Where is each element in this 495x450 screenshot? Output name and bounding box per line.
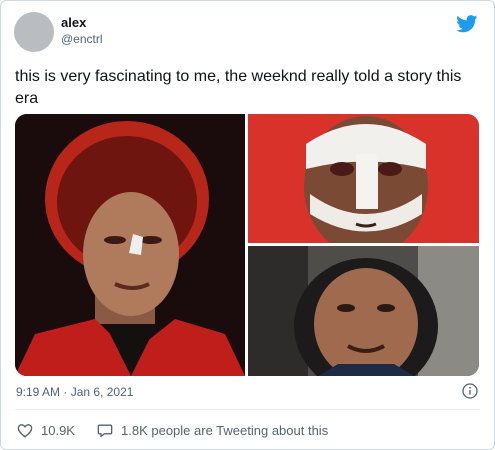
conversation-link[interactable]: 1.8K people are Tweeting about this (97, 421, 328, 439)
like-count: 10.9K (41, 422, 75, 438)
user-handle[interactable]: @enctrl (61, 32, 103, 46)
media-grid (15, 114, 479, 376)
tweet-text: this is very fascinating to me, the week… (15, 68, 462, 107)
speech-bubble-icon (97, 424, 113, 437)
heart-icon (17, 423, 33, 438)
divider (15, 409, 480, 410)
twitter-bird-icon[interactable] (456, 15, 478, 33)
photo-red-jacket-portrait[interactable] (15, 114, 245, 376)
avatar[interactable] (14, 12, 54, 52)
tweet-card: alex @enctrl this is very fascinating to… (0, 0, 495, 450)
timestamp[interactable]: 9:19 AM · Jan 6, 2021 (16, 385, 133, 399)
photo-prosthetic-face[interactable] (248, 246, 479, 376)
like-button[interactable]: 10.9K (17, 421, 75, 439)
display-name[interactable]: alex (61, 15, 86, 30)
conversation-text: 1.8K people are Tweeting about this (121, 422, 329, 438)
info-icon[interactable] (462, 383, 478, 399)
photo-bandaged-face[interactable] (248, 114, 479, 243)
